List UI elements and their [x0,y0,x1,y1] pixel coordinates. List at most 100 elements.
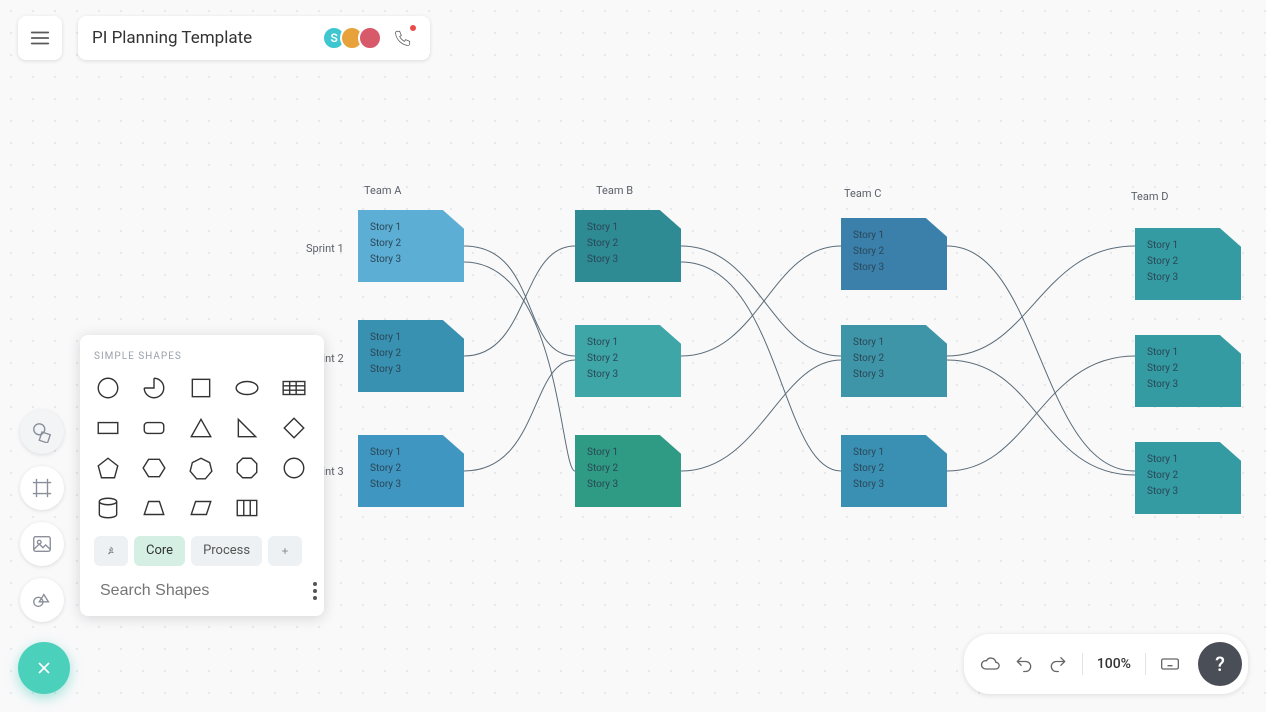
story-card-c1[interactable]: Story 1 Story 2 Story 3 [841,218,947,290]
story-text: Story 2 [370,461,452,477]
menu-button[interactable] [18,16,62,60]
story-text: Story 2 [1147,468,1229,484]
redo-button[interactable] [1048,654,1068,674]
story-text: Story 1 [370,220,452,236]
story-card-b1[interactable]: Story 1 Story 2 Story 3 [575,210,681,282]
add-tab-button[interactable] [268,536,302,566]
story-text: Story 3 [1147,484,1229,500]
story-text: Story 3 [1147,377,1229,393]
shape-parallelogram[interactable] [187,494,215,522]
story-text: Story 1 [370,445,452,461]
keyboard-icon [1160,654,1180,674]
tab-process[interactable]: Process [191,536,262,566]
call-button[interactable] [390,25,416,51]
left-toolbar [18,410,66,622]
separator [1082,653,1083,675]
story-text: Story 2 [853,351,935,367]
shapes-palette-icon [31,421,53,443]
draw-tool-button[interactable] [20,578,64,622]
story-text: Story 1 [1147,238,1229,254]
undo-button[interactable] [1014,654,1034,674]
redo-icon [1048,654,1068,674]
shape-square[interactable] [187,374,215,402]
shape-table[interactable] [280,374,308,402]
story-text: Story 3 [1147,270,1229,286]
collaborator-avatars[interactable]: S [322,26,382,50]
shape-category-tabs: Core Process [94,536,310,566]
zoom-level[interactable]: 100% [1097,656,1131,672]
story-text: Story 1 [853,228,935,244]
shape-diamond[interactable] [280,414,308,442]
cloud-sync-icon [980,654,1000,674]
story-text: Story 2 [370,346,452,362]
story-card-c3[interactable]: Story 1 Story 2 Story 3 [841,435,947,507]
title-bar: PI Planning Template S [78,16,430,60]
story-card-b3[interactable]: Story 1 Story 2 Story 3 [575,435,681,507]
story-text: Story 3 [853,477,935,493]
cloud-sync-button[interactable] [980,654,1000,674]
shape-rounded-rect[interactable] [140,414,168,442]
shape-trapezoid[interactable] [140,494,168,522]
plus-icon [280,543,290,559]
story-text: Story 2 [587,236,669,252]
story-text: Story 1 [587,335,669,351]
shape-rectangle[interactable] [94,414,122,442]
story-text: Story 3 [370,362,452,378]
undo-icon [1014,654,1034,674]
help-button[interactable]: ? [1198,642,1242,686]
story-card-b2[interactable]: Story 1 Story 2 Story 3 [575,325,681,397]
frame-icon [31,477,53,499]
story-text: Story 1 [1147,452,1229,468]
frame-tool-button[interactable] [20,466,64,510]
story-card-d3[interactable]: Story 1 Story 2 Story 3 [1135,442,1241,514]
pin-tab-button[interactable] [94,536,128,566]
story-card-c2[interactable]: Story 1 Story 2 Story 3 [841,325,947,397]
team-label-c: Team C [844,187,881,200]
shape-search-row [94,580,310,602]
draw-shapes-icon [31,589,53,611]
shape-triangle[interactable] [187,414,215,442]
phone-icon [393,28,413,48]
shape-heptagon[interactable] [187,454,215,482]
story-text: Story 2 [1147,361,1229,377]
shape-grid3[interactable] [233,494,261,522]
document-title[interactable]: PI Planning Template [92,28,252,48]
story-card-a1[interactable]: Story 1 Story 2 Story 3 [358,210,464,282]
separator [1145,653,1146,675]
story-text: Story 2 [587,351,669,367]
shape-pentagon[interactable] [94,454,122,482]
sprint-label-1: Sprint 1 [306,242,344,255]
shape-decagon[interactable] [280,454,308,482]
image-tool-button[interactable] [20,522,64,566]
shapes-tool-button[interactable] [20,410,64,454]
story-card-d2[interactable]: Story 1 Story 2 Story 3 [1135,335,1241,407]
shape-right-triangle[interactable] [233,414,261,442]
shape-grid [94,374,310,522]
story-text: Story 2 [370,236,452,252]
keyboard-shortcuts-button[interactable] [1160,654,1180,674]
shape-ellipse[interactable] [233,374,261,402]
shape-octagon[interactable] [233,454,261,482]
close-panel-button[interactable] [18,642,70,694]
story-card-a3[interactable]: Story 1 Story 2 Story 3 [358,435,464,507]
shape-hexagon[interactable] [140,454,168,482]
story-text: Story 3 [370,477,452,493]
tab-core[interactable]: Core [134,536,185,566]
avatar[interactable] [358,26,382,50]
shape-arc[interactable] [140,374,168,402]
story-text: Story 3 [853,260,935,276]
story-text: Story 1 [853,445,935,461]
more-options-button[interactable] [313,582,317,600]
story-card-a2[interactable]: Story 1 Story 2 Story 3 [358,320,464,392]
pin-icon [106,543,116,559]
story-text: Story 3 [853,367,935,383]
shape-cylinder[interactable] [94,494,122,522]
story-text: Story 2 [1147,254,1229,270]
story-text: Story 2 [853,461,935,477]
shape-search-input[interactable] [100,582,307,600]
story-text: Story 1 [1147,345,1229,361]
story-text: Story 3 [587,252,669,268]
shape-circle[interactable] [94,374,122,402]
story-card-d1[interactable]: Story 1 Story 2 Story 3 [1135,228,1241,300]
menu-icon [29,27,51,49]
